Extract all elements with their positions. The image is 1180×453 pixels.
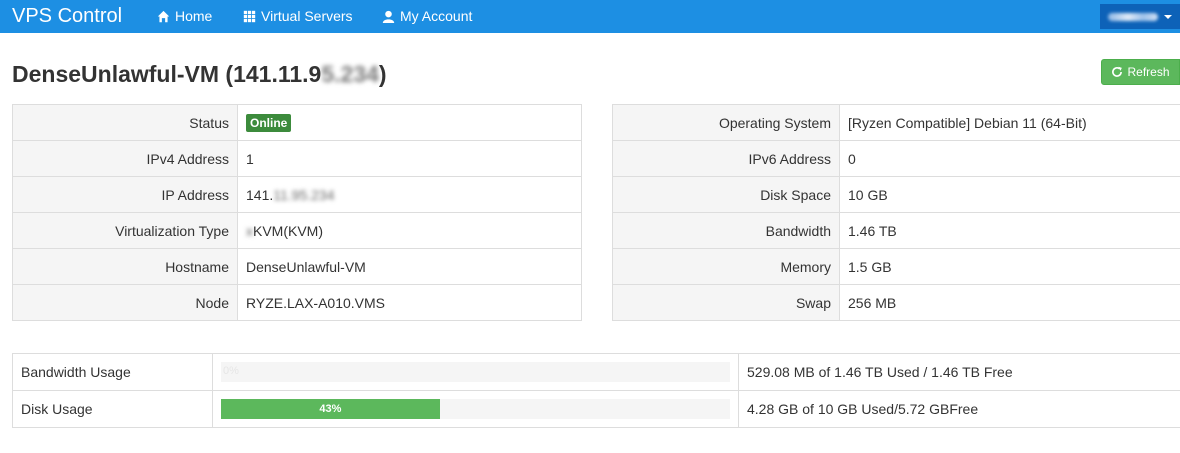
info-value: 1 — [237, 140, 582, 177]
info-label: IPv6 Address — [612, 140, 840, 177]
bandwidth-progress-bar: 0% — [221, 362, 730, 382]
refresh-button[interactable]: Refresh — [1101, 59, 1180, 85]
info-value: 1.5 GB — [839, 248, 1180, 285]
usage-bar-cell: 43% — [212, 390, 739, 428]
info-value: 141.11.95.234 — [237, 176, 582, 213]
info-value: [Ryzen Compatible] Debian 11 (64-Bit) — [839, 104, 1180, 141]
status-badge: Online — [246, 113, 292, 132]
disk-progress-fill: 43% — [221, 399, 440, 419]
virt-type-redacted: x — [246, 222, 253, 239]
table-row: Bandwidth 1.46 TB — [612, 212, 1180, 249]
table-row: Virtualization Type xKVM(KVM) — [12, 212, 582, 249]
usage-summary: 4.28 GB of 10 GB Used/5.72 GBFree — [738, 390, 1180, 428]
user-icon — [382, 10, 395, 23]
table-row: Disk Space 10 GB — [612, 176, 1180, 213]
info-label: Memory — [612, 248, 840, 285]
info-value: 1.46 TB — [839, 212, 1180, 249]
nav-virtual-servers-label: Virtual Servers — [261, 8, 353, 24]
nav-my-account-label: My Account — [400, 8, 473, 24]
nav-my-account[interactable]: My Account — [382, 7, 472, 25]
info-value: RYZE.LAX-A010.VMS — [237, 284, 582, 321]
ip-address-prefix: 141. — [246, 186, 274, 203]
nav-home-label: Home — [175, 8, 213, 24]
info-label: IP Address — [12, 176, 238, 213]
table-row: Node RYZE.LAX-A010.VMS — [12, 284, 582, 321]
info-label: Virtualization Type — [12, 212, 238, 249]
table-row: Status Online — [12, 104, 582, 141]
virt-type-value: KVM(KVM) — [253, 222, 323, 239]
table-row: IPv6 Address 0 — [612, 140, 1180, 177]
chevron-down-icon — [1164, 14, 1172, 19]
table-row: Memory 1.5 GB — [612, 248, 1180, 285]
info-value: 0 — [839, 140, 1180, 177]
info-label: Status — [12, 104, 238, 141]
top-navbar: VPS Control Home Virtual Servers My Acco… — [0, 0, 1180, 33]
info-label: Node — [12, 284, 238, 321]
info-value: xKVM(KVM) — [237, 212, 582, 249]
disk-progress-bar: 43% — [221, 399, 730, 419]
info-label: Hostname — [12, 248, 238, 285]
refresh-icon — [1112, 66, 1123, 77]
nav-home[interactable]: Home — [157, 7, 212, 25]
table-row: IP Address 141.11.95.234 — [12, 176, 582, 213]
table-row: Bandwidth Usage 0% 529.08 MB of 1.46 TB … — [12, 353, 1180, 391]
info-value: DenseUnlawful-VM — [237, 248, 582, 285]
home-icon — [157, 10, 170, 22]
usage-bar-cell: 0% — [212, 353, 739, 391]
page-title-suffix: ) — [378, 61, 387, 87]
usage-table: Bandwidth Usage 0% 529.08 MB of 1.46 TB … — [12, 353, 1180, 428]
usage-summary: 529.08 MB of 1.46 TB Used / 1.46 TB Free — [738, 353, 1180, 391]
grid-icon — [243, 10, 256, 22]
disk-progress-label: 43% — [319, 403, 342, 415]
info-label: IPv4 Address — [12, 140, 238, 177]
info-label: Swap — [612, 284, 840, 321]
server-specs-table: Operating System [Ryzen Compatible] Debi… — [612, 104, 1180, 321]
table-row: Swap 256 MB — [612, 284, 1180, 321]
info-value: 10 GB — [839, 176, 1180, 213]
brand-logo[interactable]: VPS Control — [12, 3, 122, 29]
page-title-redacted: 5.234 — [321, 61, 379, 87]
info-label: Operating System — [612, 104, 840, 141]
table-row: IPv4 Address 1 — [12, 140, 582, 177]
server-info-table: Status Online IPv4 Address 1 IP Address … — [12, 104, 582, 321]
usage-label: Bandwidth Usage — [12, 353, 213, 391]
usage-label: Disk Usage — [12, 390, 213, 428]
table-row: Disk Usage 43% 4.28 GB of 10 GB Used/5.7… — [12, 390, 1180, 428]
bandwidth-progress-label: 0% — [223, 365, 239, 377]
table-row: Operating System [Ryzen Compatible] Debi… — [612, 104, 1180, 141]
user-dropdown[interactable] — [1100, 4, 1180, 29]
refresh-button-label: Refresh — [1127, 65, 1170, 79]
user-name-redacted — [1108, 12, 1158, 21]
info-label: Disk Space — [612, 176, 840, 213]
nav-virtual-servers[interactable]: Virtual Servers — [243, 7, 353, 25]
page-title-text: DenseUnlawful-VM (141.11.9 — [12, 61, 322, 87]
page-title: DenseUnlawful-VM (141.11.95.234) — [12, 60, 387, 88]
info-value: 256 MB — [839, 284, 1180, 321]
table-row: Hostname DenseUnlawful-VM — [12, 248, 582, 285]
info-label: Bandwidth — [612, 212, 840, 249]
ip-address-redacted: 11.95.234 — [273, 186, 335, 203]
info-value: Online — [237, 104, 582, 141]
